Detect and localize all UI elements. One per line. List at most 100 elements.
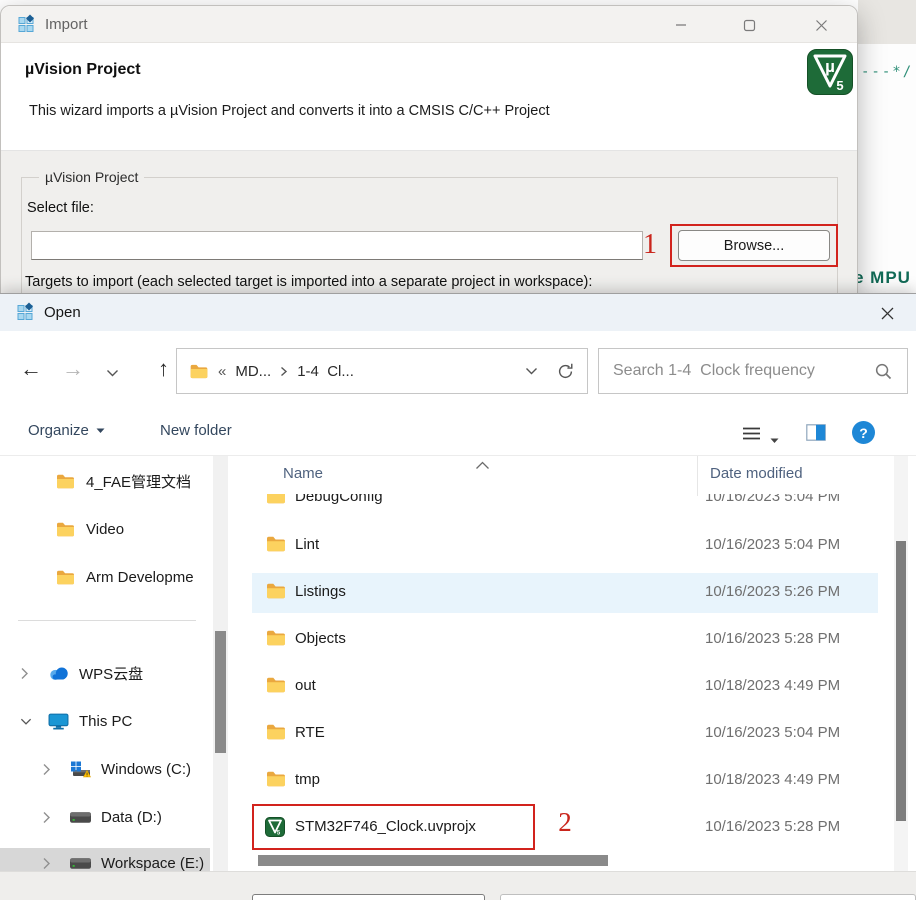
tree-item[interactable]: This PC: [0, 706, 210, 736]
list-horizontal-scrollbar-thumb[interactable]: [258, 855, 608, 866]
folder-icon: [265, 535, 287, 555]
file-type-select[interactable]: [500, 894, 916, 900]
file-row[interactable]: Lint 10/16/2023 5:04 PM: [237, 526, 916, 566]
file-path-input[interactable]: [31, 231, 643, 260]
forward-icon[interactable]: →: [62, 356, 84, 382]
tree-item-label: Workspace (E:): [101, 855, 204, 872]
back-icon[interactable]: ←: [20, 356, 42, 382]
breadcrumb-separator-icon: [280, 366, 288, 377]
windows-drive-icon: [70, 761, 92, 778]
address-bar[interactable]: « MD... 1-4 Cl...: [176, 348, 588, 394]
browse-button[interactable]: Browse...: [678, 230, 830, 261]
chevron-right-icon[interactable]: [42, 811, 54, 824]
tree-item[interactable]: Data (D:): [0, 802, 210, 832]
close-icon[interactable]: [872, 300, 902, 326]
file-name: tmp: [295, 771, 320, 788]
search-box: [598, 348, 908, 394]
column-header-name[interactable]: Name: [283, 465, 323, 482]
folder-icon: [55, 521, 77, 538]
tree-item-label: Arm Developme: [86, 569, 194, 586]
address-folder-icon: [189, 363, 209, 380]
window-title: Import: [45, 6, 88, 43]
wizard-description: This wizard imports a µVision Project an…: [29, 103, 550, 119]
tree-item-selected[interactable]: Workspace (E:): [0, 848, 210, 871]
list-header: Name Date modified: [237, 456, 916, 494]
code-fragment-mpu: e MPU: [854, 268, 911, 288]
targets-to-import-label: Targets to import (each selected target …: [25, 274, 592, 290]
file-date: 10/16/2023 5:04 PM: [705, 724, 840, 741]
file-row[interactable]: Objects 10/16/2023 5:28 PM: [237, 620, 916, 660]
wizard-heading: µVision Project: [25, 61, 141, 79]
search-input[interactable]: [601, 351, 865, 391]
column-divider[interactable]: [697, 456, 698, 496]
file-date: 10/18/2023 4:49 PM: [705, 771, 840, 788]
chevron-right-icon[interactable]: [42, 857, 54, 870]
svg-text:5: 5: [836, 78, 843, 93]
file-row[interactable]: out 10/18/2023 4:49 PM: [237, 667, 916, 707]
uvision-logo-icon: µ 5: [807, 49, 853, 95]
file-name: Lint: [295, 536, 319, 553]
folder-icon: [265, 582, 287, 602]
preview-pane-icon[interactable]: [806, 424, 826, 446]
folder-icon: [55, 473, 77, 490]
file-date: 10/16/2023 5:28 PM: [705, 818, 840, 835]
drive-icon: [70, 857, 92, 870]
tree-scrollbar-track: [213, 456, 228, 871]
tree-item-label: Windows (C:): [101, 761, 191, 778]
view-options-caret-icon[interactable]: [770, 431, 779, 449]
organize-menu[interactable]: Organize: [28, 422, 105, 439]
breadcrumb-current[interactable]: 1-4 Cl...: [297, 363, 354, 380]
file-row-highlighted[interactable]: Listings 10/16/2023 5:26 PM: [237, 573, 916, 613]
tree-item[interactable]: 4_FAE管理文档: [0, 466, 210, 496]
chevron-right-icon[interactable]: [20, 667, 32, 680]
up-icon[interactable]: ↑: [158, 356, 169, 382]
recent-locations-chevron-icon[interactable]: [106, 365, 119, 383]
breadcrumb-overflow[interactable]: «: [218, 363, 226, 380]
file-date: 10/18/2023 4:49 PM: [705, 677, 840, 694]
window-title: Open: [44, 294, 81, 331]
tree-item[interactable]: Windows (C:): [0, 754, 210, 784]
this-pc-icon: [48, 713, 70, 730]
folder-icon: [265, 770, 287, 790]
file-name: out: [295, 677, 316, 694]
address-dropdown-chevron-icon[interactable]: [525, 367, 538, 376]
import-titlebar: Import: [1, 6, 857, 43]
file-row[interactable]: tmp 10/18/2023 4:49 PM: [237, 761, 916, 801]
tree-item-label: Video: [86, 521, 124, 538]
sort-ascending-icon: [475, 457, 490, 475]
dialog-footer: [0, 871, 916, 900]
screen: ---*/ e MPU Import µVision Project This …: [0, 0, 916, 900]
select-file-label: Select file:: [27, 200, 94, 216]
tree-item-label: Data (D:): [101, 809, 162, 826]
file-date: 10/16/2023 5:26 PM: [705, 583, 840, 600]
column-header-date-modified[interactable]: Date modified: [710, 465, 803, 482]
annotation-number-2: 2: [554, 806, 576, 836]
tree-scrollbar-thumb[interactable]: [215, 631, 226, 753]
help-button[interactable]: ?: [852, 421, 875, 444]
tree-item[interactable]: WPS云盘: [0, 658, 210, 688]
tree-item[interactable]: Video: [0, 514, 210, 544]
close-icon[interactable]: [803, 13, 839, 37]
list-view-icon[interactable]: [742, 426, 761, 446]
chevron-right-icon[interactable]: [42, 763, 54, 776]
import-app-icon: [17, 14, 37, 34]
tree-item-label: 4_FAE管理文档: [86, 471, 191, 492]
new-folder-button[interactable]: New folder: [160, 422, 232, 439]
file-name-input[interactable]: [252, 894, 485, 900]
search-icon: [874, 362, 893, 386]
breadcrumb-parent[interactable]: MD...: [235, 363, 271, 380]
chevron-down-icon[interactable]: [20, 717, 32, 726]
file-list: DebugConfig 10/16/2023 5:04 PM Lint 10/1…: [237, 456, 916, 871]
file-date: 10/16/2023 5:28 PM: [705, 630, 840, 647]
folder-icon: [265, 723, 287, 743]
refresh-icon[interactable]: [556, 362, 575, 381]
tree-separator: [18, 620, 196, 621]
annotation-box-2: [252, 804, 535, 850]
list-vertical-scrollbar-thumb[interactable]: [896, 541, 906, 821]
maximize-icon[interactable]: [731, 13, 767, 37]
list-vertical-scrollbar-track: [894, 456, 908, 871]
minimize-icon[interactable]: [663, 13, 699, 37]
tree-item[interactable]: Arm Developme: [0, 562, 210, 592]
file-row[interactable]: RTE 10/16/2023 5:04 PM: [237, 714, 916, 754]
group-label: µVision Project: [39, 169, 144, 185]
